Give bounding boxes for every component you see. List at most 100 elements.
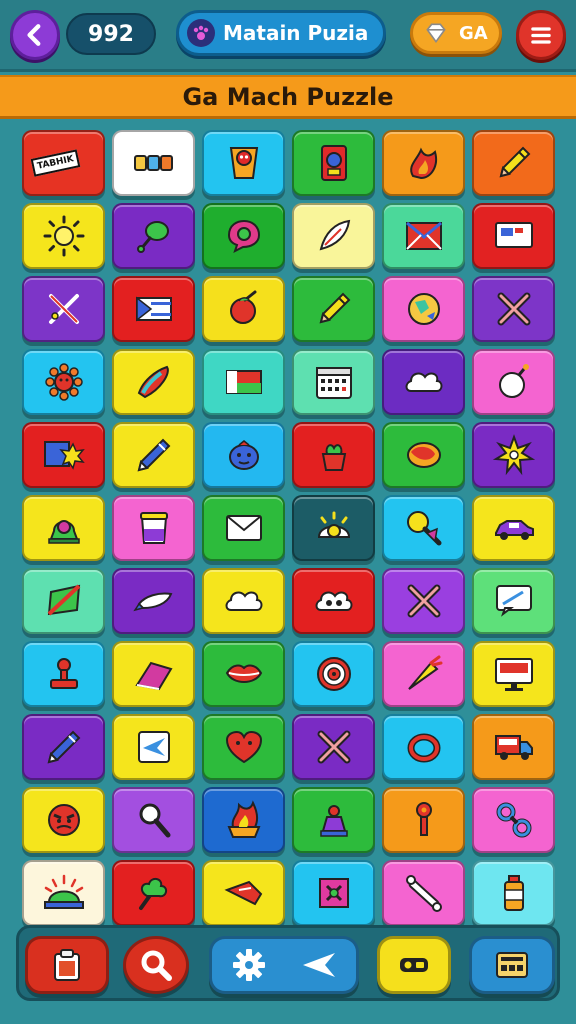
bottom-toolbar bbox=[16, 925, 560, 1001]
puzzle-tile[interactable] bbox=[112, 641, 195, 707]
cards-icon bbox=[496, 952, 528, 978]
puzzle-tile[interactable] bbox=[472, 349, 555, 415]
puzzle-tile[interactable] bbox=[22, 203, 105, 269]
search-button[interactable] bbox=[123, 936, 189, 994]
starburst-icon bbox=[492, 434, 535, 476]
paint-blob-icon bbox=[406, 442, 441, 468]
puzzle-tile[interactable] bbox=[382, 641, 465, 707]
magnifier-icon bbox=[139, 803, 170, 838]
search-icon bbox=[141, 950, 172, 981]
puzzle-tile[interactable] bbox=[202, 349, 285, 415]
puzzle-tile[interactable] bbox=[292, 568, 375, 634]
eraser-icon bbox=[134, 661, 173, 691]
puzzle-tile[interactable] bbox=[112, 276, 195, 342]
puzzle-tile[interactable] bbox=[202, 276, 285, 342]
puzzle-tile[interactable] bbox=[292, 860, 375, 926]
puzzle-tile[interactable] bbox=[472, 495, 555, 561]
puzzle-tile[interactable] bbox=[292, 130, 375, 196]
puzzle-tile[interactable] bbox=[202, 422, 285, 488]
puzzle-tile[interactable] bbox=[472, 203, 555, 269]
puzzle-tile[interactable] bbox=[472, 422, 555, 488]
score-display: 992 bbox=[66, 13, 156, 55]
chevron-left-icon bbox=[27, 24, 41, 46]
truck-icon bbox=[494, 735, 533, 760]
battery-cells-icon bbox=[133, 155, 173, 171]
puzzle-tile[interactable] bbox=[22, 787, 105, 853]
puzzle-tile[interactable] bbox=[22, 714, 105, 780]
puzzle-tile[interactable] bbox=[382, 203, 465, 269]
game-title-pill[interactable]: Matain Puzia bbox=[176, 10, 386, 56]
plane-icon bbox=[303, 953, 335, 977]
puzzle-tile[interactable] bbox=[382, 714, 465, 780]
puzzle-tile[interactable] bbox=[202, 641, 285, 707]
game-title: Matain Puzia bbox=[223, 21, 369, 45]
cards-button[interactable] bbox=[469, 936, 555, 994]
puzzle-tile[interactable] bbox=[292, 276, 375, 342]
puzzle-tile[interactable] bbox=[382, 422, 465, 488]
car-icon bbox=[494, 520, 534, 540]
puzzle-tile[interactable] bbox=[382, 349, 465, 415]
puzzle-tile[interactable] bbox=[472, 276, 555, 342]
puzzle-tile[interactable] bbox=[22, 641, 105, 707]
puzzle-tile[interactable] bbox=[202, 130, 285, 196]
puzzle-tile[interactable] bbox=[202, 787, 285, 853]
puzzle-tile[interactable] bbox=[22, 568, 105, 634]
puzzle-tile[interactable] bbox=[202, 714, 285, 780]
menu-button[interactable] bbox=[516, 10, 566, 60]
puzzle-tile[interactable] bbox=[112, 422, 195, 488]
puzzle-tile[interactable] bbox=[292, 714, 375, 780]
key-icon bbox=[400, 958, 428, 972]
puzzle-tile[interactable] bbox=[22, 860, 105, 926]
puzzle-tile[interactable] bbox=[382, 495, 465, 561]
settings-button[interactable] bbox=[209, 936, 359, 994]
ring-icon bbox=[407, 733, 440, 763]
back-button[interactable] bbox=[10, 10, 60, 60]
puzzle-tile[interactable] bbox=[22, 276, 105, 342]
puzzle-tile[interactable] bbox=[112, 568, 195, 634]
fire-pot-icon bbox=[227, 800, 260, 838]
key-icon bbox=[415, 802, 432, 836]
puzzle-tile[interactable] bbox=[292, 495, 375, 561]
score-value: 992 bbox=[88, 21, 134, 47]
puzzle-tile[interactable] bbox=[472, 714, 555, 780]
puzzle-tile[interactable] bbox=[292, 422, 375, 488]
puzzle-tile[interactable] bbox=[202, 495, 285, 561]
plant-pot-icon bbox=[321, 444, 346, 471]
pencil-icon bbox=[499, 146, 530, 178]
puzzle-tile[interactable] bbox=[202, 203, 285, 269]
puzzle-tile[interactable] bbox=[112, 349, 195, 415]
puzzle-tile[interactable]: TABHIK bbox=[22, 130, 105, 196]
puzzle-tile[interactable] bbox=[472, 787, 555, 853]
clipboard-button[interactable] bbox=[25, 936, 109, 994]
puzzle-tile[interactable] bbox=[202, 860, 285, 926]
puzzle-tile[interactable] bbox=[382, 568, 465, 634]
puzzle-tile[interactable] bbox=[112, 860, 195, 926]
puzzle-tile[interactable] bbox=[292, 641, 375, 707]
coin-counter[interactable]: GA bbox=[410, 12, 502, 54]
puzzle-tile[interactable] bbox=[22, 495, 105, 561]
puzzle-tile[interactable] bbox=[292, 349, 375, 415]
puzzle-tile[interactable] bbox=[382, 130, 465, 196]
puzzle-tile[interactable] bbox=[472, 641, 555, 707]
puzzle-tile[interactable] bbox=[112, 130, 195, 196]
bomb-icon bbox=[498, 364, 529, 398]
puzzle-tile[interactable] bbox=[22, 422, 105, 488]
puzzle-tile[interactable] bbox=[112, 495, 195, 561]
envelope-flag-icon bbox=[405, 221, 442, 250]
puzzle-tile[interactable] bbox=[382, 860, 465, 926]
puzzle-tile[interactable] bbox=[202, 568, 285, 634]
puzzle-tile[interactable] bbox=[22, 349, 105, 415]
puzzle-tile[interactable] bbox=[292, 787, 375, 853]
gem-bag-icon bbox=[426, 23, 446, 44]
puzzle-tile[interactable] bbox=[472, 130, 555, 196]
puzzle-tile[interactable] bbox=[472, 568, 555, 634]
puzzle-tile[interactable] bbox=[112, 787, 195, 853]
puzzle-tile[interactable] bbox=[382, 276, 465, 342]
puzzle-tile[interactable] bbox=[472, 860, 555, 926]
puzzle-tile[interactable] bbox=[382, 787, 465, 853]
key-button[interactable] bbox=[377, 936, 451, 994]
alarm-bell-icon bbox=[47, 520, 80, 544]
puzzle-tile[interactable] bbox=[112, 203, 195, 269]
puzzle-tile[interactable] bbox=[112, 714, 195, 780]
puzzle-tile[interactable] bbox=[292, 203, 375, 269]
